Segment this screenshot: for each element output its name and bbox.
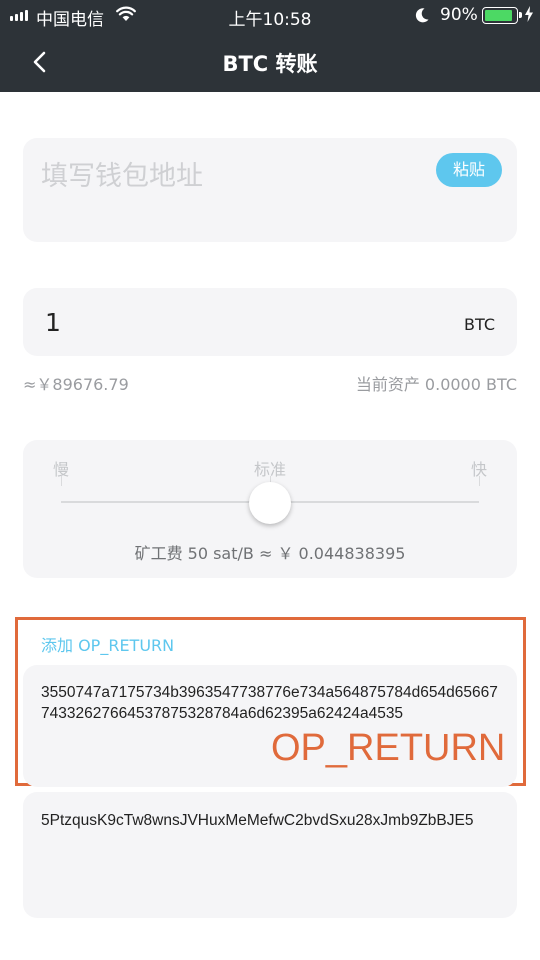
address-placeholder: 填写钱包地址 [41,161,203,192]
op-return-data: 3550747a7175734b3963547738776e734a564875… [41,684,498,722]
fiat-estimate: ≈￥89676.79 [23,375,129,394]
memo-input[interactable]: 5PtzqusK9cTw8wnsJVHuxMeMefwC2bvdSxu28xJm… [23,792,517,918]
memo-text: 5PtzqusK9cTw8wnsJVHuxMeMefwC2bvdSxu28xJm… [41,812,474,829]
battery-percent: 90% [440,5,478,25]
op-return-annotation: OP_RETURN [271,727,506,769]
miner-fee-text: 矿工费 50 sat/B ≈ ￥ 0.044838395 [134,544,406,563]
amount-value[interactable]: 1 [45,308,61,337]
slider-tick-fast [479,476,480,486]
add-op-return-link[interactable]: 添加 OP_RETURN [41,632,174,656]
battery-icon [482,7,522,24]
current-balance: 当前资产 0.0000 BTC [355,375,517,394]
status-bar: 中国电信 上午10:58 90% [0,0,540,32]
address-input[interactable]: 填写钱包地址 粘贴 [23,138,517,242]
slider-tick-slow [61,476,62,486]
fee-slider-thumb[interactable] [249,482,291,524]
amount-input[interactable]: 1 BTC [23,288,517,356]
page-title: BTC 转账 [222,52,318,76]
op-return-input[interactable]: 3550747a7175734b3963547738776e734a564875… [23,665,517,787]
paste-button[interactable]: 粘贴 [436,153,502,187]
amount-unit: BTC [464,315,495,334]
moon-icon [415,8,429,23]
nav-bar: BTC 转账 [0,32,540,92]
charging-icon [525,6,533,22]
fee-panel: 慢 标准 快 矿工费 50 sat/B ≈ ￥ 0.044838395 [23,440,517,578]
